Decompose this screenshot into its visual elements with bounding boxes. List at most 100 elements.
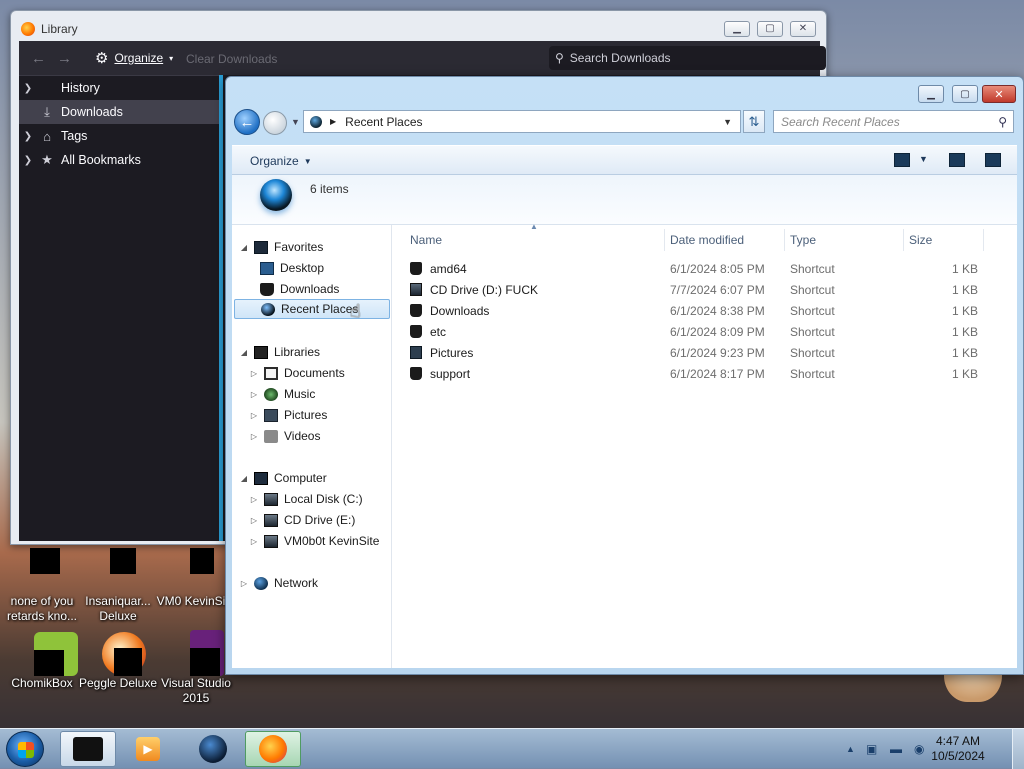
change-view-icon[interactable] [894, 153, 910, 167]
column-header-name[interactable]: Name [410, 233, 442, 247]
search-recent-places-input[interactable]: Search Recent Places ⚲ [773, 110, 1014, 133]
nav-libraries[interactable]: ◢ Libraries [238, 342, 320, 362]
hand-cursor-icon: ☝ [350, 301, 361, 321]
back-arrow-icon[interactable]: ← [31, 50, 46, 67]
expand-arrow-icon[interactable]: ▷ [248, 495, 260, 504]
nav-item-cd-drive[interactable]: ▷ CD Drive (E:) [248, 510, 355, 530]
file-size: 1 KB [952, 367, 979, 381]
maximize-button[interactable]: ▢ [757, 21, 783, 37]
download-icon: ⤓ [44, 104, 50, 119]
view-options-dropdown-icon[interactable]: ▼ [919, 154, 928, 164]
file-row[interactable]: CD Drive (D:) FUCK 7/7/2024 6:07 PM Shor… [400, 280, 1010, 301]
volume-tray-icon[interactable]: ◉ [914, 742, 924, 756]
show-desktop-button[interactable] [1012, 729, 1024, 769]
folder-header: 6 items [232, 175, 1017, 225]
file-row[interactable]: support 6/1/2024 8:17 PM Shortcut 1 KB [400, 364, 1010, 385]
nav-item-documents[interactable]: ▷ Documents [248, 363, 345, 383]
media-player-icon: ▶ [136, 737, 160, 761]
maximize-button[interactable]: ▢ [952, 85, 978, 103]
expand-arrow-icon[interactable]: ❯ [19, 131, 37, 142]
minimize-button[interactable]: ▁ [918, 85, 944, 103]
network-drive-icon [264, 534, 278, 548]
address-bar[interactable]: ▶ Recent Places ▼ [303, 110, 741, 133]
desktop-icon-text-file[interactable]: none of you retards kno... [0, 548, 84, 624]
forward-arrow-icon[interactable]: → [57, 50, 72, 67]
clear-downloads-button[interactable]: Clear Downloads [186, 52, 277, 66]
expand-arrow-icon[interactable]: ❯ [19, 83, 37, 94]
collapse-arrow-icon[interactable]: ◢ [238, 474, 250, 483]
libraries-icon [254, 345, 268, 359]
taskbar-explorer-button[interactable] [60, 731, 116, 767]
nav-item-videos[interactable]: ▷ Videos [248, 426, 321, 446]
monitor-tray-icon[interactable]: ▬ [890, 742, 902, 756]
desktop-icon-insaniquarium[interactable]: Insaniquar... Deluxe [76, 548, 160, 624]
help-icon[interactable] [985, 153, 1001, 167]
expand-arrow-icon[interactable]: ▷ [248, 432, 260, 441]
expand-arrow-icon[interactable]: ▷ [248, 411, 260, 420]
taskbar-media-player-button[interactable]: ▶ [120, 731, 176, 767]
file-name: amd64 [430, 262, 467, 276]
organize-button[interactable]: Organize ▼ [250, 154, 312, 168]
close-button[interactable]: ✕ [790, 21, 816, 37]
recent-places-icon [261, 302, 275, 316]
collapse-arrow-icon[interactable]: ◢ [238, 348, 250, 357]
taskbar-clock[interactable]: 4:47 AM 10/5/2024 [930, 734, 986, 764]
file-date: 6/1/2024 9:23 PM [670, 346, 765, 360]
breadcrumb-arrow-icon[interactable]: ▶ [330, 117, 336, 126]
start-button[interactable] [6, 731, 44, 767]
expand-arrow-icon[interactable]: ▷ [248, 516, 260, 525]
network-tray-icon[interactable]: ▣ [866, 742, 877, 756]
taskbar: ▶ ▲ ▣ ▬ ◉ 4:47 AM 10/5/2024 [0, 728, 1024, 769]
organize-menu-button[interactable]: ⚙ Organize ▾ [95, 49, 173, 67]
title-bar[interactable]: Library ▁ ▢ ✕ [11, 11, 826, 41]
back-button[interactable]: ← [234, 109, 260, 135]
desktop-icon-peggle-deluxe[interactable]: Peggle Deluxe [76, 630, 160, 691]
nav-item-network-drive[interactable]: ▷ VM0b0t KevinSite [248, 531, 379, 551]
nav-item-music[interactable]: ▷ Music [248, 384, 315, 404]
expand-arrow-icon[interactable]: ▷ [248, 369, 260, 378]
show-hidden-icons-icon[interactable]: ▲ [846, 744, 855, 754]
column-header-date-modified[interactable]: Date modified [670, 233, 744, 247]
close-button[interactable]: ✕ [982, 85, 1016, 103]
nav-item-pictures[interactable]: ▷ Pictures [248, 405, 327, 425]
expand-arrow-icon[interactable]: ▷ [248, 390, 260, 399]
nav-item-recent-places[interactable]: Recent Places [234, 299, 390, 319]
history-dropdown-icon[interactable]: ▼ [291, 117, 300, 127]
file-row[interactable]: amd64 6/1/2024 8:05 PM Shortcut 1 KB [400, 259, 1010, 280]
collapse-arrow-icon[interactable]: ◢ [238, 243, 250, 252]
file-row[interactable]: etc 6/1/2024 8:09 PM Shortcut 1 KB [400, 322, 1010, 343]
nav-favorites[interactable]: ◢ Favorites [238, 237, 323, 257]
refresh-button[interactable]: ⇅ [743, 110, 765, 133]
nav-item-downloads[interactable]: Downloads [256, 279, 339, 299]
file-size: 1 KB [952, 304, 979, 318]
address-location[interactable]: Recent Places [345, 115, 422, 129]
pictures-icon [410, 346, 422, 359]
expand-arrow-icon[interactable]: ▷ [248, 537, 260, 546]
nav-item-local-disk[interactable]: ▷ Local Disk (C:) [248, 489, 363, 509]
column-header-type[interactable]: Type [790, 233, 816, 247]
expand-arrow-icon[interactable]: ❯ [19, 155, 37, 166]
globe-icon [199, 735, 227, 763]
sidebar-item-tags[interactable]: ❯ ⌂ Tags [19, 124, 219, 148]
shortcut-icon [410, 262, 422, 275]
column-header-size[interactable]: Size [909, 233, 932, 247]
desktop-icon-chomikbox[interactable]: ChomikBox [0, 630, 84, 691]
nav-item-desktop[interactable]: Desktop [256, 258, 324, 278]
nav-computer[interactable]: ◢ Computer [238, 468, 327, 488]
pictures-icon [264, 408, 278, 422]
sidebar-item-history[interactable]: ❯ History [19, 76, 219, 100]
file-row[interactable]: Downloads 6/1/2024 8:38 PM Shortcut 1 KB [400, 301, 1010, 322]
explorer-window: ▁ ▢ ✕ ← ▼ ▶ Recent Places ▼ ⇅ Search Rec… [225, 76, 1024, 675]
address-dropdown-icon[interactable]: ▼ [723, 117, 732, 127]
search-downloads-input[interactable]: ⚲ Search Downloads [549, 46, 826, 70]
forward-button[interactable] [263, 111, 287, 135]
nav-network[interactable]: ▷ Network [238, 573, 318, 593]
file-row[interactable]: Pictures 6/1/2024 9:23 PM Shortcut 1 KB [400, 343, 1010, 364]
expand-arrow-icon[interactable]: ▷ [238, 579, 250, 588]
preview-pane-icon[interactable] [949, 153, 965, 167]
taskbar-firefox-button[interactable] [245, 731, 301, 767]
minimize-button[interactable]: ▁ [724, 21, 750, 37]
sidebar-item-all-bookmarks[interactable]: ❯ ★ All Bookmarks [19, 148, 219, 172]
taskbar-browser-button[interactable] [185, 731, 241, 767]
sidebar-item-downloads[interactable]: ⤓ Downloads [19, 100, 219, 124]
